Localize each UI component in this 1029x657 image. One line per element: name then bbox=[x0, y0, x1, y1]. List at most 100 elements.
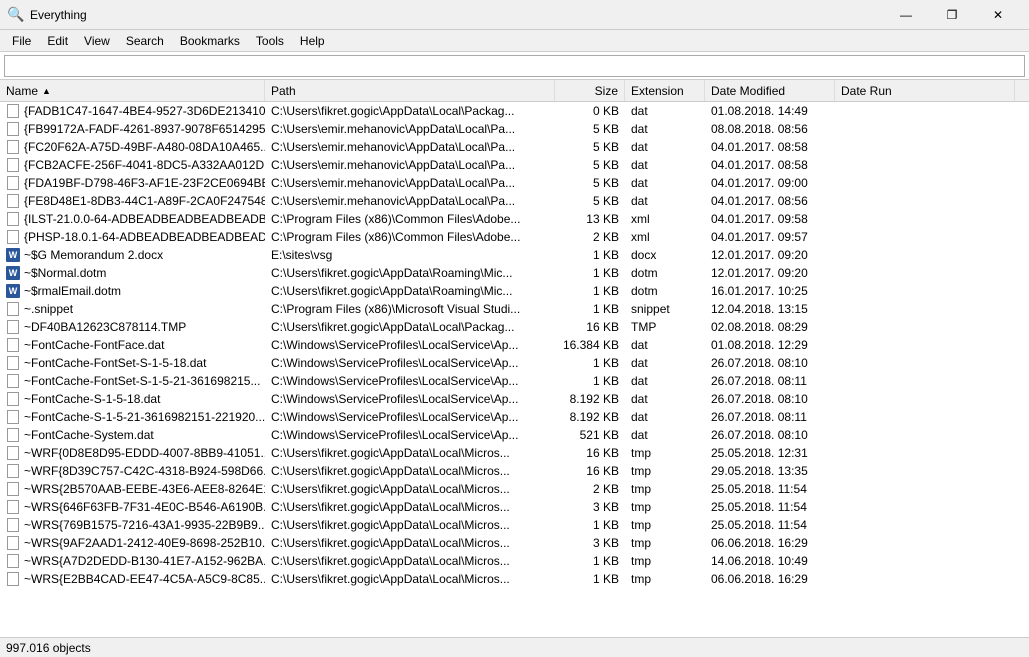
cell-date-modified: 26.07.2018. 08:11 bbox=[705, 372, 835, 389]
table-row[interactable]: ~FontCache-FontFace.datC:\Windows\Servic… bbox=[0, 336, 1029, 354]
table-row[interactable]: ~WRS{9AF2AAD1-2412-40E9-8698-252B10...C:… bbox=[0, 534, 1029, 552]
cell-date-run bbox=[835, 516, 1029, 533]
col-header-name[interactable]: Name ▲ bbox=[0, 80, 265, 101]
table-row[interactable]: {FCB2ACFE-256F-4041-8DC5-A332AA012D...C:… bbox=[0, 156, 1029, 174]
cell-date-modified: 25.05.2018. 11:54 bbox=[705, 498, 835, 515]
cell-ext: dat bbox=[625, 390, 705, 407]
table-row[interactable]: ~.snippetC:\Program Files (x86)\Microsof… bbox=[0, 300, 1029, 318]
table-row[interactable]: {FC20F62A-A75D-49BF-A480-08DA10A465...C:… bbox=[0, 138, 1029, 156]
file-icon bbox=[6, 158, 20, 172]
cell-date-modified: 01.08.2018. 12:29 bbox=[705, 336, 835, 353]
cell-path: C:\Users\fikret.gogic\AppData\Roaming\Mi… bbox=[265, 264, 555, 281]
cell-date-run bbox=[835, 156, 1029, 173]
table-row[interactable]: ~WRS{2B570AAB-EEBE-43E6-AEE8-8264E1...C:… bbox=[0, 480, 1029, 498]
table-row[interactable]: {FB99172A-FADF-4261-8937-9078F6514295}C:… bbox=[0, 120, 1029, 138]
cell-name: ~WRS{2B570AAB-EEBE-43E6-AEE8-8264E1... bbox=[0, 480, 265, 497]
close-button[interactable]: ✕ bbox=[975, 0, 1021, 30]
cell-name: {FB99172A-FADF-4261-8937-9078F6514295} bbox=[0, 120, 265, 137]
cell-date-modified: 14.06.2018. 10:49 bbox=[705, 552, 835, 569]
file-icon bbox=[6, 392, 20, 406]
cell-date-run bbox=[835, 570, 1029, 587]
cell-date-modified: 12.01.2017. 09:20 bbox=[705, 264, 835, 281]
cell-path: C:\Users\emir.mehanovic\AppData\Local\Pa… bbox=[265, 156, 555, 173]
table-row[interactable]: ~FontCache-FontSet-S-1-5-21-361698215...… bbox=[0, 372, 1029, 390]
app-icon: 🔍 bbox=[8, 7, 24, 23]
cell-name: ~WRS{9AF2AAD1-2412-40E9-8698-252B10... bbox=[0, 534, 265, 551]
cell-path: C:\Users\fikret.gogic\AppData\Local\Micr… bbox=[265, 462, 555, 479]
table-row[interactable]: ~WRS{E2BB4CAD-EE47-4C5A-A5C9-8C85...C:\U… bbox=[0, 570, 1029, 588]
table-row[interactable]: ~WRF{0D8E8D95-EDDD-4007-8BB9-41051...C:\… bbox=[0, 444, 1029, 462]
table-row[interactable]: ~FontCache-FontSet-S-1-5-18.datC:\Window… bbox=[0, 354, 1029, 372]
cell-name: {FE8D48E1-8DB3-44C1-A89F-2CA0F247548... bbox=[0, 192, 265, 209]
cell-name: W~$Normal.dotm bbox=[0, 264, 265, 281]
table-row[interactable]: ~WRF{8D39C757-C42C-4318-B924-598D66...C:… bbox=[0, 462, 1029, 480]
cell-size: 3 KB bbox=[555, 498, 625, 515]
col-header-date-modified[interactable]: Date Modified bbox=[705, 80, 835, 101]
cell-date-modified: 04.01.2017. 08:56 bbox=[705, 192, 835, 209]
cell-name: ~FontCache-System.dat bbox=[0, 426, 265, 443]
cell-date-modified: 06.06.2018. 16:29 bbox=[705, 570, 835, 587]
cell-ext: dat bbox=[625, 120, 705, 137]
table-body: {FADB1C47-1647-4BE4-9527-3D6DE213410...C… bbox=[0, 102, 1029, 637]
cell-date-run bbox=[835, 318, 1029, 335]
cell-size: 5 KB bbox=[555, 120, 625, 137]
table-row[interactable]: ~WRS{769B1575-7216-43A1-9935-22B9B9...C:… bbox=[0, 516, 1029, 534]
col-header-size[interactable]: Size bbox=[555, 80, 625, 101]
table-row[interactable]: ~FontCache-S-1-5-18.datC:\Windows\Servic… bbox=[0, 390, 1029, 408]
search-input[interactable] bbox=[4, 55, 1025, 77]
cell-size: 1 KB bbox=[555, 300, 625, 317]
file-icon bbox=[6, 428, 20, 442]
table-row[interactable]: {FADB1C47-1647-4BE4-9527-3D6DE213410...C… bbox=[0, 102, 1029, 120]
table-row[interactable]: ~WRS{A7D2DEDD-B130-41E7-A152-962BA...C:\… bbox=[0, 552, 1029, 570]
cell-date-run bbox=[835, 228, 1029, 245]
table-row[interactable]: ~WRS{646F63FB-7F31-4E0C-B546-A6190B...C:… bbox=[0, 498, 1029, 516]
table-row[interactable]: W~$rmalEmail.dotmC:\Users\fikret.gogic\A… bbox=[0, 282, 1029, 300]
cell-ext: tmp bbox=[625, 498, 705, 515]
menu-item-help[interactable]: Help bbox=[292, 32, 333, 50]
cell-date-modified: 12.01.2017. 09:20 bbox=[705, 246, 835, 263]
cell-date-run bbox=[835, 354, 1029, 371]
col-header-path[interactable]: Path bbox=[265, 80, 555, 101]
maximize-button[interactable]: ❐ bbox=[929, 0, 975, 30]
cell-path: C:\Users\fikret.gogic\AppData\Roaming\Mi… bbox=[265, 282, 555, 299]
file-icon bbox=[6, 356, 20, 370]
menu-item-view[interactable]: View bbox=[76, 32, 118, 50]
table-row[interactable]: ~FontCache-System.datC:\Windows\ServiceP… bbox=[0, 426, 1029, 444]
menu-item-tools[interactable]: Tools bbox=[248, 32, 292, 50]
file-icon bbox=[6, 554, 20, 568]
cell-date-run bbox=[835, 138, 1029, 155]
cell-ext: dat bbox=[625, 192, 705, 209]
cell-size: 1 KB bbox=[555, 516, 625, 533]
cell-date-modified: 29.05.2018. 13:35 bbox=[705, 462, 835, 479]
col-header-date-run[interactable]: Date Run bbox=[835, 80, 1015, 101]
minimize-button[interactable]: — bbox=[883, 0, 929, 30]
cell-name: ~WRS{E2BB4CAD-EE47-4C5A-A5C9-8C85... bbox=[0, 570, 265, 587]
cell-ext: tmp bbox=[625, 480, 705, 497]
table-row[interactable]: ~DF40BA12623C878114.TMPC:\Users\fikret.g… bbox=[0, 318, 1029, 336]
col-header-extension[interactable]: Extension bbox=[625, 80, 705, 101]
file-icon bbox=[6, 320, 20, 334]
cell-path: C:\Users\emir.mehanovic\AppData\Local\Pa… bbox=[265, 138, 555, 155]
file-icon bbox=[6, 104, 20, 118]
cell-name: ~WRF{0D8E8D95-EDDD-4007-8BB9-41051... bbox=[0, 444, 265, 461]
window-controls: — ❐ ✕ bbox=[883, 0, 1021, 30]
menu-item-edit[interactable]: Edit bbox=[39, 32, 76, 50]
table-row[interactable]: {FE8D48E1-8DB3-44C1-A89F-2CA0F247548...C… bbox=[0, 192, 1029, 210]
table-row[interactable]: W~$Normal.dotmC:\Users\fikret.gogic\AppD… bbox=[0, 264, 1029, 282]
cell-size: 5 KB bbox=[555, 156, 625, 173]
file-icon bbox=[6, 410, 20, 424]
table-row[interactable]: ~FontCache-S-1-5-21-3616982151-221920...… bbox=[0, 408, 1029, 426]
menu-item-file[interactable]: File bbox=[4, 32, 39, 50]
menu-item-search[interactable]: Search bbox=[118, 32, 172, 50]
table-row[interactable]: W~$G Memorandum 2.docxE:\sites\vsg1 KBdo… bbox=[0, 246, 1029, 264]
cell-ext: dat bbox=[625, 408, 705, 425]
table-row[interactable]: {PHSP-18.0.1-64-ADBEADBEADBEADBEAD...C:\… bbox=[0, 228, 1029, 246]
menu-item-bookmarks[interactable]: Bookmarks bbox=[172, 32, 248, 50]
cell-path: C:\Users\fikret.gogic\AppData\Local\Pack… bbox=[265, 102, 555, 119]
table-row[interactable]: {FDA19BF-D798-46F3-AF1E-23F2CE0694BE}C:\… bbox=[0, 174, 1029, 192]
cell-ext: xml bbox=[625, 210, 705, 227]
cell-name: ~FontCache-FontSet-S-1-5-18.dat bbox=[0, 354, 265, 371]
cell-ext: tmp bbox=[625, 534, 705, 551]
cell-path: E:\sites\vsg bbox=[265, 246, 555, 263]
table-row[interactable]: {ILST-21.0.0-64-ADBEADBEADBEADBEADB...C:… bbox=[0, 210, 1029, 228]
